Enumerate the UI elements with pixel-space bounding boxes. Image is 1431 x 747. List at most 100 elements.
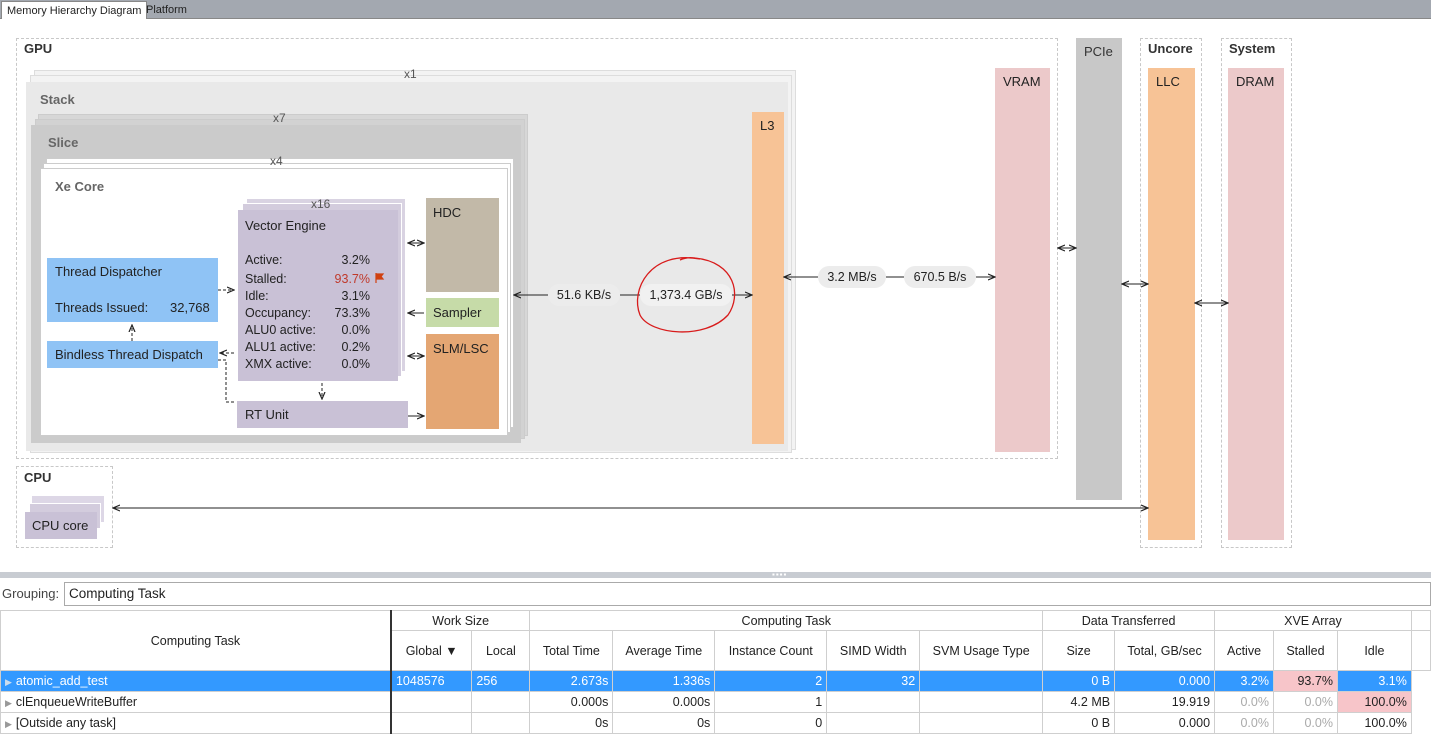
table-row[interactable]: ▶ [Outside any task] 0s 0s 0 0 B 0.000 0.…	[0, 712, 1431, 734]
ve-mult: x16	[311, 197, 331, 211]
cell-svm-usage-type	[919, 712, 1044, 734]
rt-unit-label: RT Unit	[245, 407, 289, 422]
row-filler	[1410, 670, 1431, 692]
column-header-total-gb-sec[interactable]: Total, GB/sec	[1114, 630, 1216, 671]
column-header-computing-task[interactable]: Computing Task	[0, 610, 392, 671]
bandwidth-l3: 1,373.4 GB/s	[640, 284, 732, 306]
pcie-bus[interactable]	[1076, 38, 1122, 500]
cell-global: 1048576	[390, 670, 473, 692]
column-header-active[interactable]: Active	[1214, 630, 1274, 671]
cell-average-time: 1.336s	[612, 670, 716, 692]
cell-simd-width	[826, 712, 921, 734]
vram[interactable]	[995, 68, 1050, 452]
dram-label: DRAM	[1236, 74, 1275, 89]
cell-stalled: 0.0%	[1272, 712, 1338, 734]
ve-title: Vector Engine	[245, 218, 326, 233]
cpu-label: CPU	[24, 470, 52, 485]
column-header-average-time[interactable]: Average Time	[612, 630, 716, 671]
l3-cache[interactable]	[752, 112, 784, 444]
row-name-cell[interactable]: ▶ atomic_add_test	[0, 670, 392, 692]
ve-metric-idle: Idle: 3.1%	[245, 289, 370, 303]
computing-task-grid: Computing Task Work Size Computing Task …	[0, 610, 1431, 734]
cell-local	[471, 691, 531, 713]
grouping-select[interactable]: Computing Task	[64, 582, 1431, 606]
ve-metrics: Active: 3.2% Stalled: 93.7% Idle: 3.1% Occu…	[245, 252, 370, 373]
column-header-simd-width[interactable]: SIMD Width	[826, 630, 921, 671]
cell-average-time: 0.000s	[612, 691, 716, 713]
column-header-stalled[interactable]: Stalled	[1272, 630, 1338, 671]
table-row[interactable]: ▶ clEnqueueWriteBuffer 0.000s 0.000s 1 4.…	[0, 691, 1431, 713]
ve-metric-xmx: XMX active: 0.0%	[245, 357, 370, 371]
column-header-instance-count[interactable]: Instance Count	[714, 630, 828, 671]
cell-simd-width	[826, 691, 921, 713]
column-header-size[interactable]: Size	[1042, 630, 1116, 671]
ve-metric-active: Active: 3.2%	[245, 253, 370, 267]
tab-platform[interactable]: Platform	[141, 1, 192, 19]
cell-stalled: 93.7%	[1272, 670, 1338, 692]
cell-local	[471, 712, 531, 734]
ve-metric-alu1: ALU1 active: 0.2%	[245, 340, 370, 354]
cell-total-gb-sec: 0.000	[1114, 670, 1216, 692]
cell-size: 0 B	[1042, 712, 1116, 734]
slice-label: Slice	[48, 135, 79, 150]
group-header-xve-array: XVE Array	[1214, 610, 1412, 631]
cpu-core-label: CPU core	[32, 518, 89, 533]
pane-splitter[interactable]	[0, 572, 1431, 578]
stack-mult: x1	[404, 67, 417, 81]
ve-metric-occupancy: Occupancy: 73.3%	[245, 306, 370, 320]
column-header-total-time[interactable]: Total Time	[529, 630, 614, 671]
slm-lsc-label: SLM/LSC	[433, 341, 489, 356]
column-header-local[interactable]: Local	[471, 630, 531, 671]
row-name-cell[interactable]: ▶ clEnqueueWriteBuffer	[0, 691, 392, 713]
cell-active: 3.2%	[1214, 670, 1274, 692]
column-header-idle[interactable]: Idle	[1336, 630, 1412, 671]
vram-label: VRAM	[1003, 74, 1041, 89]
l3-label: L3	[760, 118, 775, 133]
llc-label: LLC	[1156, 74, 1180, 89]
column-header-global[interactable]: Global ▼	[390, 630, 473, 671]
header-filler	[1410, 610, 1431, 631]
xecore-label: Xe Core	[55, 179, 105, 194]
cell-idle: 100.0%	[1336, 712, 1412, 734]
thread-dispatcher-title: Thread Dispatcher	[55, 264, 162, 279]
cell-total-time: 0s	[529, 712, 614, 734]
llc[interactable]	[1148, 68, 1195, 540]
cell-size: 4.2 MB	[1042, 691, 1116, 713]
threads-issued-value: 32,768	[170, 300, 210, 315]
splitter-grip-icon[interactable]: ▪▪▪▪	[772, 571, 802, 579]
cell-active: 0.0%	[1214, 712, 1274, 734]
xecore-mult: x4	[270, 154, 283, 168]
tab-bar	[0, 0, 1431, 19]
cell-total-time: 2.673s	[529, 670, 614, 692]
cell-stalled: 0.0%	[1272, 691, 1338, 713]
group-header-data-transferred: Data Transferred	[1042, 610, 1216, 631]
hdc-label: HDC	[433, 205, 462, 220]
row-name-cell[interactable]: ▶ [Outside any task]	[0, 712, 392, 734]
cell-global	[390, 712, 473, 734]
cell-idle: 100.0%	[1336, 691, 1412, 713]
group-header-work-size: Work Size	[390, 610, 531, 631]
cell-total-gb-sec: 0.000	[1114, 712, 1216, 734]
cell-instance-count: 2	[714, 670, 828, 692]
slice-mult: x7	[273, 111, 286, 125]
tab-memory-hierarchy[interactable]: Memory Hierarchy Diagram	[1, 1, 148, 19]
row-filler	[1410, 712, 1431, 734]
dram[interactable]	[1228, 68, 1284, 540]
table-row[interactable]: ▶ atomic_add_test 1048576 256 2.673s 1.33…	[0, 670, 1431, 692]
sampler-label: Sampler	[433, 305, 482, 320]
expand-triangle-icon[interactable]: ▶	[5, 677, 12, 687]
column-header-svm-usage-type[interactable]: SVM Usage Type	[919, 630, 1044, 671]
row-filler	[1410, 691, 1431, 713]
gpu-label: GPU	[24, 41, 53, 56]
ve-metric-alu0: ALU0 active: 0.0%	[245, 323, 370, 337]
cell-local: 256	[471, 670, 531, 692]
cell-simd-width: 32	[826, 670, 921, 692]
expand-triangle-icon[interactable]: ▶	[5, 698, 12, 708]
cell-svm-usage-type	[919, 670, 1044, 692]
bandwidth-l3-vram-1: 3.2 MB/s	[818, 266, 886, 288]
expand-triangle-icon[interactable]: ▶	[5, 719, 12, 729]
threads-issued-label: Threads Issued:	[55, 300, 149, 315]
grouping-label: Grouping:	[2, 586, 60, 601]
pcie-label: PCIe	[1084, 44, 1113, 59]
cell-total-gb-sec: 19.919	[1114, 691, 1216, 713]
